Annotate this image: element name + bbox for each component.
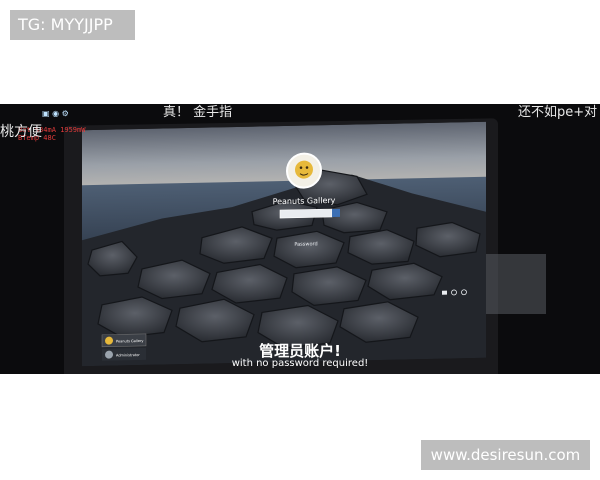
background-object bbox=[486, 254, 546, 314]
lock-screen: Peanuts Gallery Password Peanuts Gallery… bbox=[82, 121, 486, 367]
video-frame: Peanuts Gallery Password Peanuts Gallery… bbox=[0, 104, 600, 374]
watermark-top-left: TG: MYYJJPP bbox=[10, 10, 135, 40]
submit-arrow-button[interactable] bbox=[332, 208, 340, 217]
username-label: Peanuts Gallery bbox=[273, 196, 336, 206]
network-icon[interactable] bbox=[442, 290, 447, 295]
video-caption-left: 真！ 金手指 bbox=[163, 105, 233, 120]
user-avatar[interactable] bbox=[286, 152, 322, 189]
subtitle-english: with no password required! bbox=[231, 358, 369, 369]
watermark-bottom-right: www.desiresun.com bbox=[421, 440, 590, 470]
password-field[interactable] bbox=[279, 208, 333, 219]
video-caption-right: 还不如pe+对 bbox=[518, 105, 598, 120]
video-caption-left-clipped: 桃方便 bbox=[0, 124, 42, 140]
hud-icons: ▣ ◉ ⚙ bbox=[42, 109, 69, 118]
password-hint: Password bbox=[294, 241, 317, 247]
lock-screen-wallpaper: Peanuts Gallery Password Peanuts Gallery… bbox=[82, 121, 486, 367]
